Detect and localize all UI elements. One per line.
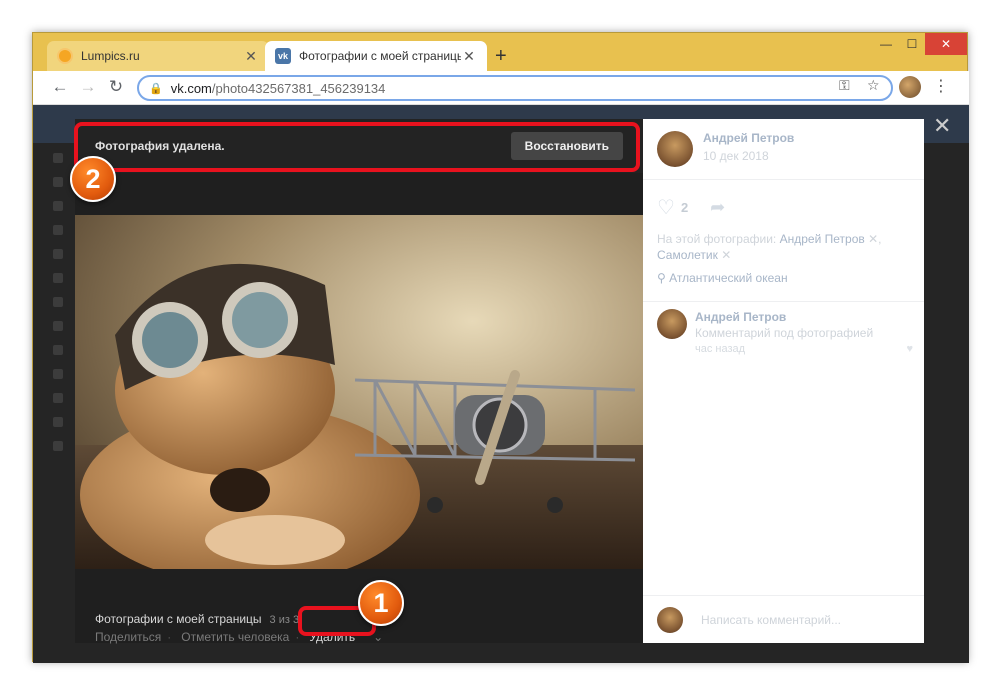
comment-input[interactable]: Написать комментарий...: [701, 613, 841, 627]
menu-kebab-icon[interactable]: ⋮: [933, 76, 949, 96]
tab-lumpics[interactable]: Lumpics.ru ✕: [47, 41, 269, 71]
browser-toolbar: ← → ↻ 🔒 vk.com/photo432567381_456239134 …: [33, 71, 969, 105]
remove-tag-icon[interactable]: ✕: [868, 232, 878, 246]
photo-viewer: Фотография удалена. Восстановить Фотогра…: [75, 119, 643, 644]
tab-close-icon[interactable]: ✕: [243, 48, 259, 65]
vk-favicon-icon: vk: [275, 48, 291, 64]
photo-date: 10 дек 2018: [703, 149, 769, 163]
step-marker-2: 2: [70, 156, 116, 202]
url-path: /photo432567381_456239134: [211, 80, 386, 96]
photo-author: Андрей Петров 10 дек 2018: [657, 131, 794, 167]
comment-item: Андрей Петров Комментарий под фотографие…: [657, 309, 913, 357]
like-count: 2: [680, 200, 689, 215]
album-caption: Фотографии с моей страницы 3 из 3: [95, 612, 299, 626]
comment-author[interactable]: Андрей Петров: [695, 309, 913, 325]
tag-person-link[interactable]: Отметить человека: [181, 630, 289, 644]
people-on-photo: На этой фотографии: Андрей Петров ✕, Сам…: [657, 232, 882, 262]
url-host: vk.com: [170, 80, 212, 96]
album-name[interactable]: Фотографии с моей страницы: [95, 612, 262, 626]
close-window-icon[interactable]: ✕: [925, 33, 967, 55]
new-tab-icon[interactable]: +: [495, 45, 507, 68]
comment-time[interactable]: час назад: [695, 341, 913, 357]
tab-strip: Lumpics.ru ✕ vk Фотографии с моей страни…: [33, 33, 969, 71]
photo-location: ⚲ Атлантический океан: [657, 271, 788, 285]
tab-title: Lumpics.ru: [81, 49, 140, 63]
photo-sidebar: Андрей Петров 10 дек 2018 ♡ 2 ➦ На этой …: [643, 119, 924, 643]
avatar[interactable]: [657, 131, 693, 167]
tagged-person-1[interactable]: Андрей Петров: [780, 232, 865, 246]
comment-text: Комментарий под фотографией: [695, 326, 874, 340]
avatar: [657, 607, 683, 633]
heart-icon[interactable]: ♡: [657, 195, 675, 220]
tab-title: Фотографии с моей страницы –: [299, 49, 461, 63]
tab-vk-photos[interactable]: vk Фотографии с моей страницы – ✕: [265, 41, 487, 71]
forward-arrow-icon[interactable]: →: [77, 77, 99, 97]
divider: [643, 301, 924, 302]
comment-composer: Написать комментарий...: [657, 607, 841, 633]
like-share-bar: ♡ 2 ➦: [657, 195, 725, 220]
profile-avatar[interactable]: [899, 76, 921, 98]
vk-left-menu-dimmed: [53, 153, 73, 465]
divider: [643, 595, 924, 596]
share-arrow-icon[interactable]: ➦: [710, 197, 725, 218]
on-photo-label: На этой фотографии:: [657, 232, 777, 246]
avatar[interactable]: [657, 309, 687, 339]
key-icon[interactable]: ⚿: [839, 77, 850, 94]
remove-tag-icon[interactable]: ✕: [721, 248, 731, 262]
address-bar[interactable]: 🔒 vk.com/photo432567381_456239134: [137, 75, 893, 101]
maximize-icon[interactable]: ☐: [897, 33, 927, 55]
reload-icon[interactable]: ↻: [105, 77, 127, 97]
map-pin-icon: ⚲: [657, 271, 666, 285]
share-link[interactable]: Поделиться: [95, 630, 161, 644]
photo-image[interactable]: [75, 215, 643, 569]
comment-heart-icon[interactable]: ♥: [906, 343, 913, 355]
close-viewer-icon[interactable]: ✕: [933, 113, 951, 139]
lock-icon: 🔒: [149, 82, 163, 95]
author-name[interactable]: Андрей Петров: [703, 131, 794, 145]
separator-dot: ·: [167, 630, 172, 644]
highlight-box-restore: [74, 122, 640, 172]
tab-close-icon[interactable]: ✕: [461, 48, 477, 65]
lumpics-favicon-icon: [57, 48, 73, 64]
photo-counter: 3 из 3: [269, 614, 300, 626]
star-icon[interactable]: ☆: [867, 77, 880, 94]
dog-aviator-photo: [75, 215, 643, 569]
divider: [643, 179, 924, 180]
page-content: ✕ Фотография удалена. Восстановить Фотог…: [33, 105, 969, 663]
back-arrow-icon[interactable]: ←: [49, 77, 71, 97]
step-marker-1: 1: [358, 580, 404, 626]
location-name[interactable]: Атлантический океан: [669, 271, 787, 285]
tagged-person-2[interactable]: Самолетик: [657, 248, 718, 262]
